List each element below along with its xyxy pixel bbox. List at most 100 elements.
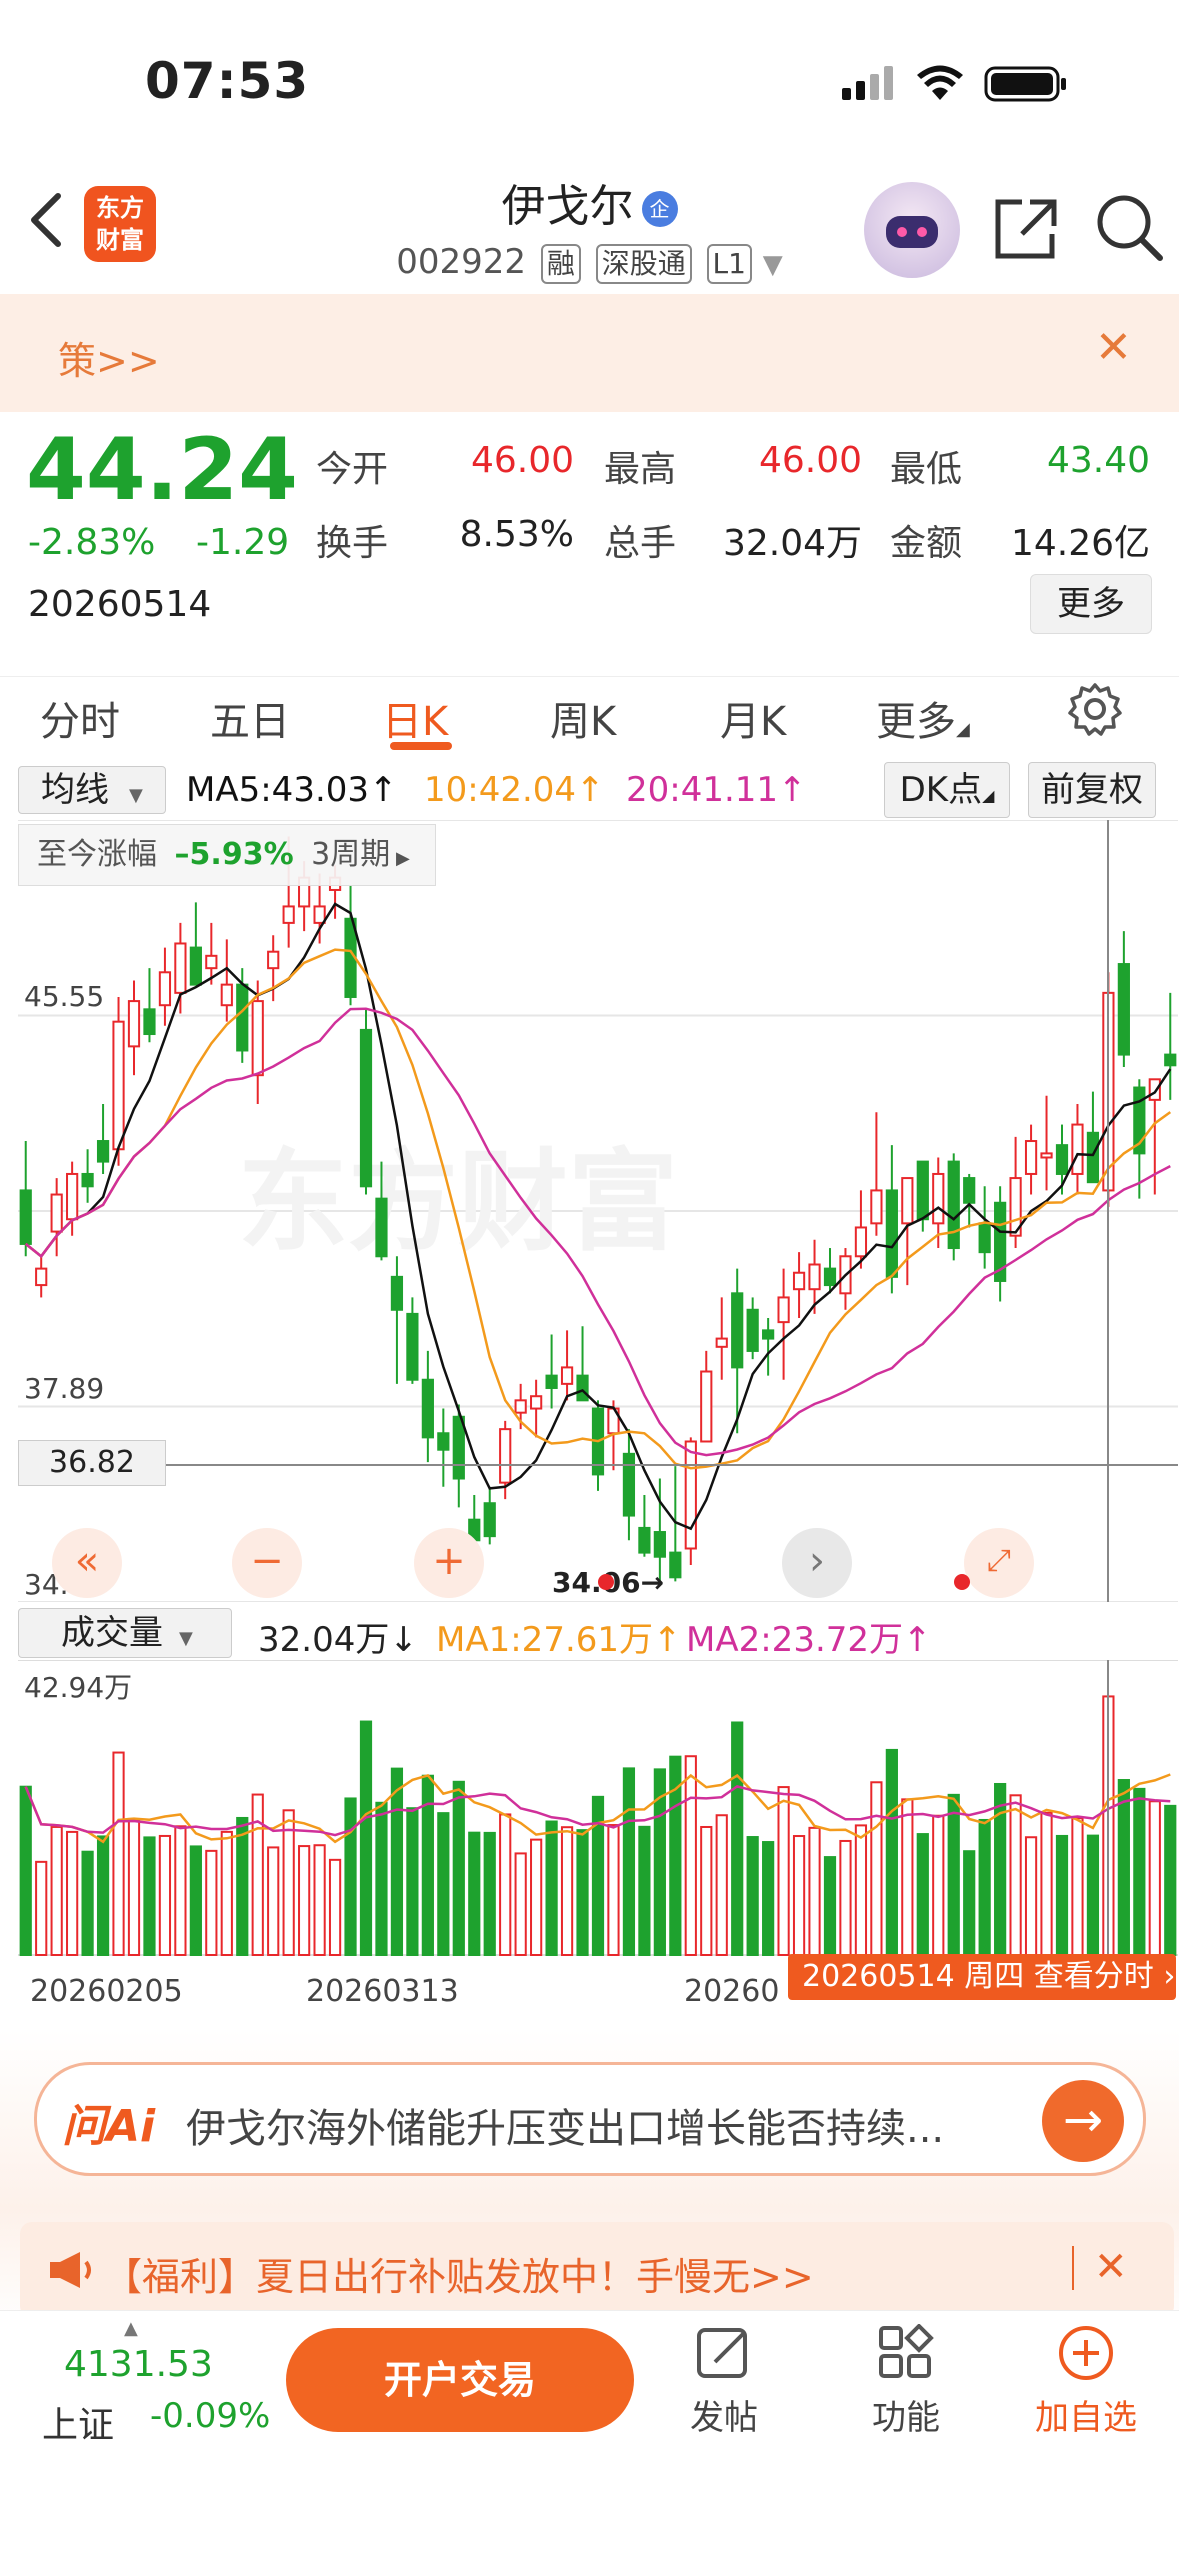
ai-question-text[interactable]: 伊戈尔海外储能升压变出口增长能否持续... [186,2096,944,2154]
index-value[interactable]: 4131.53 [64,2344,213,2385]
scroll-left-icon[interactable]: « [52,1528,122,1598]
event-dot[interactable] [598,1574,614,1590]
range-gain-box[interactable]: 至今涨幅 –5.93% 3周期 ▶ [18,824,436,886]
indicator-select[interactable]: 均线 ▼ [18,766,166,814]
stock-code: 002922 [396,242,527,282]
candle-body [359,1028,373,1188]
tab-monthly-k[interactable]: 月K [720,689,786,747]
volume-bar [622,1767,636,1956]
close-icon[interactable]: ✕ [1095,322,1132,373]
candle-body [978,1222,991,1254]
candle-body [267,950,280,970]
volume-bar [50,1825,63,1956]
volume-bar [1040,1811,1053,1956]
amount-label: 金额 [890,523,963,564]
candle-body [50,1193,63,1233]
ma5-value: MA5:43.03↑ [186,770,398,810]
next-icon[interactable]: › [782,1528,852,1598]
volume-bar [282,1809,295,1956]
volume-bar [978,1818,991,1956]
tab-five-day[interactable]: 五日 [210,689,290,747]
signal-icon [842,66,893,100]
nav-functions[interactable]: 功能 [836,2324,976,2439]
candle-body [1164,1053,1177,1067]
volume-bar [437,1812,450,1956]
wifi-icon [917,65,963,100]
fullscreen-icon[interactable]: ⤢ [964,1528,1034,1598]
tab-daily-k[interactable]: 日K [382,689,448,747]
volume-bar [96,1835,110,1957]
volume-bar [823,1856,837,1956]
candle-body [684,1440,697,1550]
index-change[interactable]: -0.09% [150,2396,270,2436]
candle-body [127,1000,141,1048]
volume-bar [251,1793,264,1956]
gear-icon[interactable] [1068,682,1122,736]
volume-indicator-select[interactable]: 成交量 ▼ [18,1608,232,1658]
enterprise-badge: 企 [641,191,678,227]
nav-post[interactable]: 发帖 [654,2324,794,2439]
tab-more[interactable]: 更多◢ [876,689,970,747]
high-label: 最高 [604,449,677,490]
candle-body [514,1399,527,1414]
index-name[interactable]: 上证 [42,2396,114,2448]
notice-banner[interactable] [0,294,1179,412]
view-intraday-tooltip[interactable]: 20260514 周四 查看分时 › [788,1954,1176,2000]
candle-body [251,1000,264,1077]
active-tab-indicator [390,742,452,750]
zoom-out-icon[interactable]: − [232,1528,302,1598]
candle-body [638,1526,651,1554]
share-icon[interactable] [992,194,1062,264]
open-value: 46.00 [470,440,574,481]
event-dot[interactable] [954,1574,970,1590]
candle-body [1086,1131,1100,1184]
tag-connect: 深股通 [595,244,692,284]
volume-bar [901,1798,914,1956]
candle-body [545,1374,558,1389]
volume-bar [591,1795,605,1956]
volume-bar [638,1825,651,1956]
volume-bar [839,1839,852,1956]
volume-bar [468,1831,481,1957]
candle-body [823,1267,837,1287]
candle-body [112,1020,125,1151]
open-account-trade-button[interactable]: 开户交易 [286,2328,634,2432]
candle-body [1071,1123,1084,1175]
candle-body [808,1263,821,1291]
zoom-in-icon[interactable]: + [414,1528,484,1598]
date-tick: 20260 [684,1974,780,2009]
more-quote-button[interactable]: 更多 [1030,574,1152,634]
volume-bar [560,1826,574,1956]
dk-points-button[interactable]: DK点◢ [884,762,1010,818]
search-icon[interactable] [1094,192,1166,264]
arrow-right-icon[interactable]: → [1042,2080,1124,2162]
candle-body [530,1395,543,1410]
candle-body [452,1415,465,1480]
tab-weekly-k[interactable]: 周K [550,689,616,747]
nav-add-watchlist[interactable]: 加自选 [1016,2324,1156,2439]
volume-bar [344,1797,357,1956]
candle-body [390,1275,404,1311]
candle-body [963,1177,976,1204]
tab-intraday[interactable]: 分时 [40,689,120,747]
assistant-robot-icon[interactable] [864,182,960,278]
ma10-value: 10:42.04↑ [424,770,605,810]
candle-body [421,1378,434,1439]
adjustment-button[interactable]: 前复权 [1028,762,1156,818]
volume-bar [514,1852,527,1956]
volume-chart[interactable] [18,1660,1178,1960]
tag-level: L1 [706,244,752,284]
volume-bar [715,1814,728,1956]
candle-body [901,1177,914,1225]
volume-bar [808,1826,821,1956]
kline-chart[interactable]: 东方财富 [18,820,1178,1602]
notice-banner-text[interactable]: 策>> [58,330,160,385]
current-price: 44.24 [26,420,299,520]
volume-bar [174,1825,187,1956]
volume-bar [483,1831,496,1956]
close-icon[interactable]: ✕ [1094,2244,1128,2290]
volume-bar [1055,1834,1069,1956]
candle-body [947,1160,960,1250]
promo-text[interactable]: 【福利】夏日出行补贴发放中！手慢无>> [104,2246,814,2301]
candle-body [885,1189,898,1278]
